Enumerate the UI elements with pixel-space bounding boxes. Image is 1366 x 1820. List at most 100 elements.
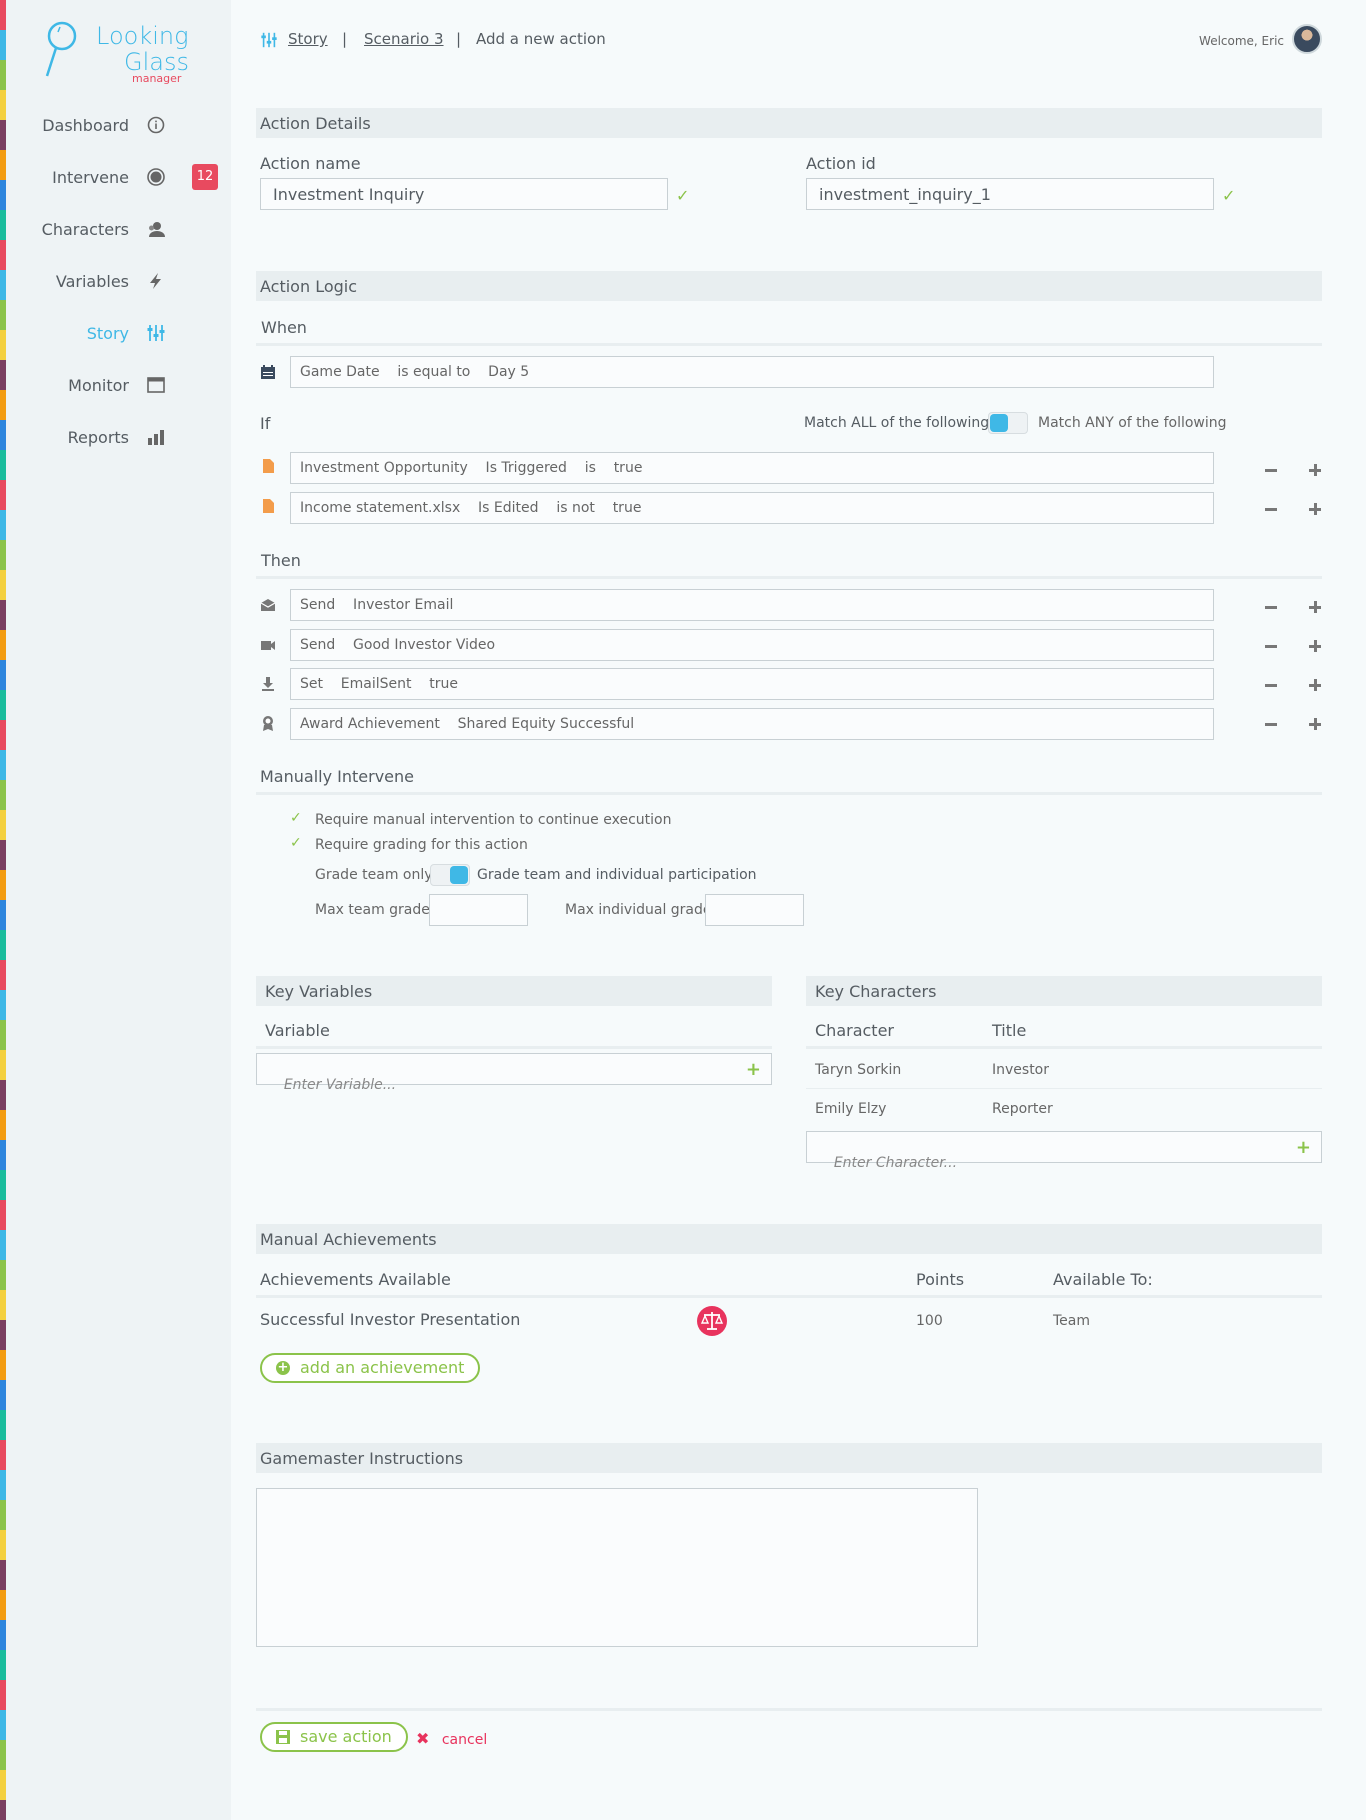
sidebar-nav: Dashboard Intervene 12 Characters Variab… [6, 108, 231, 472]
require-grading-label: Require grading for this action [315, 837, 528, 853]
window-icon [147, 377, 165, 393]
remove-row-button[interactable] [1264, 717, 1278, 731]
sliders-icon [261, 32, 277, 48]
match-any-label: Match ANY of the following [1038, 415, 1227, 431]
when-label: When [261, 318, 307, 337]
breadcrumb-story-link[interactable]: Story [288, 30, 328, 48]
save-icon [276, 1730, 290, 1744]
breadcrumb-separator: | [342, 30, 348, 48]
divider [806, 1046, 1322, 1049]
section-key-characters: Key Characters [806, 976, 1322, 1006]
magnifier-icon [45, 21, 77, 77]
then-action-row[interactable]: Set EmailSent true [290, 668, 1214, 700]
character-name: Emily Elzy [815, 1101, 887, 1117]
when-condition-row[interactable]: Game Date is equal to Day 5 [290, 356, 1214, 388]
match-all-label: Match ALL of the following [804, 415, 990, 431]
logo-line-3: manager [132, 72, 182, 85]
add-achievement-label: add an achievement [300, 1358, 465, 1377]
save-action-button[interactable]: save action [260, 1722, 408, 1752]
remove-row-button[interactable] [1264, 678, 1278, 692]
add-row-button[interactable] [1308, 639, 1322, 653]
sidebar-item-story[interactable]: Story [6, 316, 231, 368]
add-row-button[interactable] [1308, 717, 1322, 731]
notification-badge: 12 [192, 164, 218, 190]
close-icon: ✖ [416, 1729, 430, 1748]
breadcrumb-separator: | [456, 30, 462, 48]
add-row-button[interactable] [1308, 600, 1322, 614]
users-icon [149, 222, 165, 237]
manually-intervene-label: Manually Intervene [260, 767, 414, 786]
sidebar-item-intervene[interactable]: Intervene 12 [6, 160, 231, 212]
enter-character-input[interactable]: Enter Character... + [806, 1131, 1322, 1171]
sidebar-item-characters[interactable]: Characters [6, 212, 231, 264]
section-gamemaster-instructions: Gamemaster Instructions [256, 1443, 1322, 1473]
max-team-grade-input[interactable] [429, 894, 528, 926]
scale-badge-icon[interactable] [696, 1305, 728, 1337]
gamemaster-instructions-textarea[interactable] [256, 1488, 978, 1647]
breadcrumb: Story | Scenario 3 | Add a new action We… [256, 24, 1322, 58]
then-label: Then [261, 551, 301, 570]
logo[interactable]: Looking Glass manager [44, 18, 204, 88]
check-icon: ✓ [676, 186, 690, 205]
then-action-row[interactable]: Send Good Investor Video [290, 629, 1214, 661]
section-key-variables: Key Variables [256, 976, 772, 1006]
divider [256, 1046, 772, 1049]
if-condition-row[interactable]: Income statement.xlsx Is Edited is not t… [290, 492, 1214, 524]
checkbox-manual-intervention[interactable]: ✓ [290, 810, 302, 826]
achievement-points: 100 [916, 1313, 943, 1329]
grade-mode-toggle[interactable] [430, 864, 470, 886]
enter-variable-input[interactable]: Enter Variable... + [256, 1053, 772, 1093]
welcome-text: Welcome, Eric [1199, 34, 1284, 48]
sidebar-item-monitor[interactable]: Monitor [6, 368, 231, 420]
action-id-input[interactable] [806, 178, 1214, 210]
add-variable-icon[interactable]: + [746, 1059, 761, 1080]
bolt-icon [150, 273, 161, 289]
character-placeholder: Enter Character... [833, 1155, 958, 1171]
file-icon [263, 459, 274, 473]
then-action-row[interactable]: Send Investor Email [290, 589, 1214, 621]
sidebar-item-label: Characters [41, 220, 129, 239]
sidebar-item-label: Dashboard [42, 116, 129, 135]
remove-row-button[interactable] [1264, 502, 1278, 516]
achievement-name: Successful Investor Presentation [260, 1310, 521, 1329]
cancel-button[interactable]: ✖ cancel [416, 1729, 487, 1748]
match-toggle[interactable] [988, 412, 1028, 434]
breadcrumb-scenario-link[interactable]: Scenario 3 [364, 30, 444, 48]
divider [806, 1088, 1322, 1089]
cancel-label: cancel [441, 1732, 488, 1748]
sidebar-item-variables[interactable]: Variables [6, 264, 231, 316]
if-condition-row[interactable]: Investment Opportunity Is Triggered is t… [290, 452, 1214, 484]
file-icon [263, 499, 274, 513]
remove-row-button[interactable] [1264, 639, 1278, 653]
remove-row-button[interactable] [1264, 600, 1278, 614]
save-action-label: save action [300, 1727, 392, 1746]
divider [256, 1295, 1322, 1298]
remove-row-button[interactable] [1264, 463, 1278, 477]
envelope-icon [260, 599, 276, 611]
checkbox-require-grading[interactable]: ✓ [290, 835, 302, 851]
sidebar-item-label: Reports [67, 428, 129, 447]
add-row-button[interactable] [1308, 502, 1322, 516]
sidebar-item-reports[interactable]: Reports [6, 420, 231, 472]
add-row-button[interactable] [1308, 678, 1322, 692]
download-icon [262, 677, 274, 691]
achievement-available-to: Team [1053, 1313, 1091, 1329]
action-name-label: Action name [260, 154, 361, 173]
sidebar-item-dashboard[interactable]: Dashboard [6, 108, 231, 160]
add-character-icon[interactable]: + [1296, 1137, 1311, 1158]
max-individual-grade-input[interactable] [705, 894, 804, 926]
then-action-row[interactable]: Award Achievement Shared Equity Successf… [290, 708, 1214, 740]
calendar-icon [261, 365, 275, 379]
add-achievement-button[interactable]: + add an achievement [260, 1353, 481, 1383]
section-action-logic: Action Logic [256, 271, 1322, 301]
require-manual-label: Require manual intervention to continue … [315, 812, 672, 828]
character-title: Investor [992, 1062, 1050, 1078]
add-row-button[interactable] [1308, 463, 1322, 477]
avatar[interactable] [1292, 24, 1322, 54]
divider [256, 576, 1322, 579]
available-to-header: Available To: [1053, 1270, 1153, 1289]
character-title: Reporter [992, 1101, 1053, 1117]
logo-line-1: Looking [96, 22, 189, 50]
action-name-input[interactable] [260, 178, 668, 210]
title-column-header: Title [992, 1021, 1027, 1040]
